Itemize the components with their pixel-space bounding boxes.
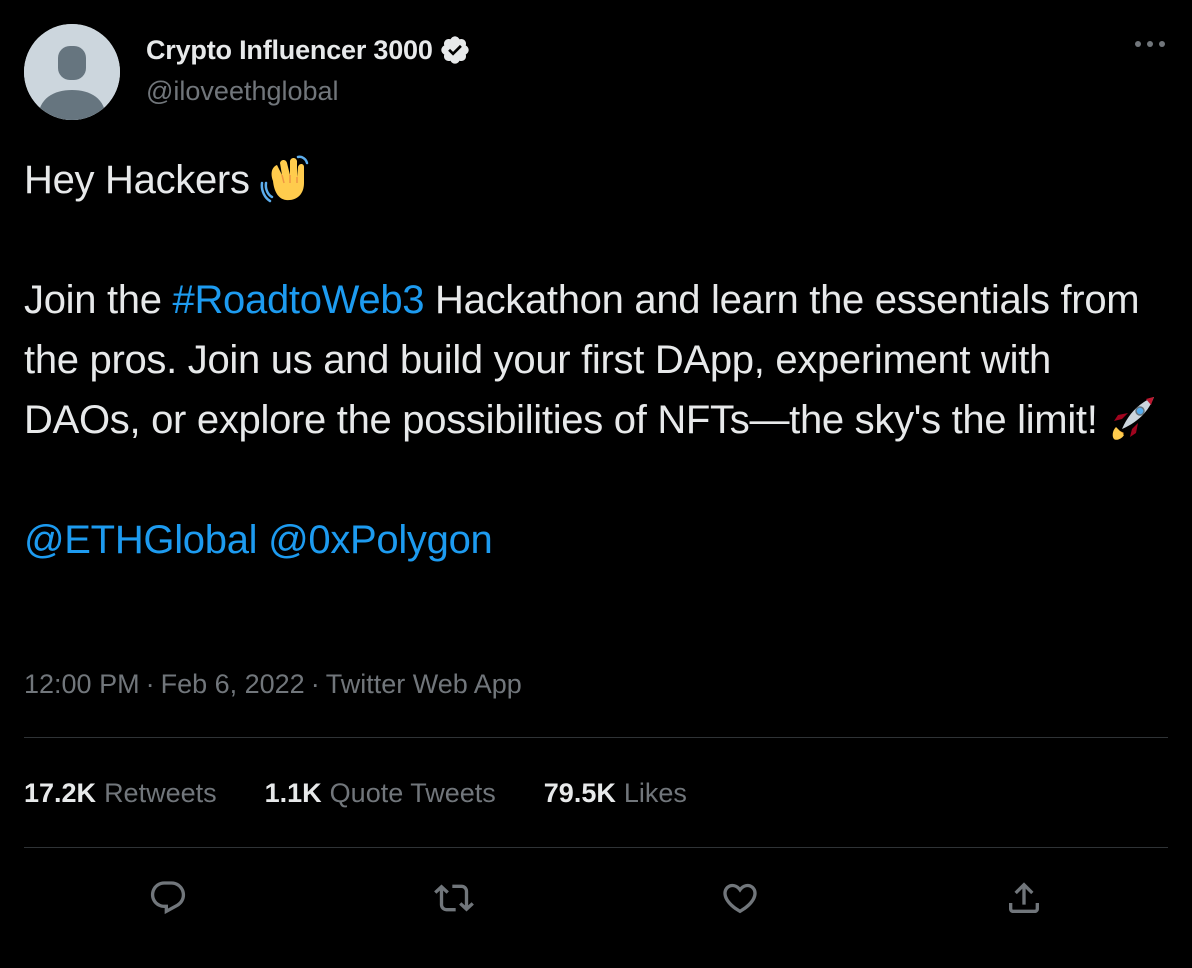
quote-tweets-label: Quote Tweets <box>329 778 496 808</box>
engagement-stats: 17.2K Retweets 1.1K Quote Tweets 79.5K Like… <box>24 770 735 816</box>
likes-stat[interactable]: 79.5K Likes <box>544 770 687 816</box>
likes-count: 79.5K <box>543 778 616 808</box>
tweet-time[interactable]: 12:00 PM <box>24 669 140 699</box>
divider <box>24 737 1168 738</box>
action-bar <box>0 870 1192 926</box>
quote-tweets-stat[interactable]: 1.1K Quote Tweets <box>265 770 496 816</box>
hashtag-link[interactable]: #RoadtoWeb3 <box>173 278 425 322</box>
more-horizontal-icon <box>1135 41 1165 47</box>
tweet-meta: 12:00 PM · Feb 6, 2022 · Twitter Web App <box>24 664 522 704</box>
mention-0xpolygon[interactable]: @0xPolygon <box>268 518 493 562</box>
verified-badge-icon <box>439 34 471 66</box>
retweets-label: Retweets <box>104 778 217 808</box>
share-icon <box>1009 882 1039 913</box>
tweet-detail: Crypto Influencer 3000 @iloveethglobal H… <box>0 0 1192 968</box>
body-text-start: Join the <box>24 278 173 322</box>
tweet-mentions: @ETHGlobal @0xPolygon <box>24 510 1164 570</box>
share-button[interactable] <box>996 870 1052 926</box>
separator: · <box>310 669 320 699</box>
reply-button[interactable] <box>140 870 196 926</box>
quote-tweets-count: 1.1K <box>264 778 322 808</box>
retweet-icon <box>434 884 474 912</box>
tweet-source[interactable]: Twitter Web App <box>326 669 522 699</box>
tweet-text: Hey Hackers Join the #RoadtoWeb3 Hackath… <box>24 150 1164 570</box>
author-block: Crypto Influencer 3000 @iloveethglobal <box>146 30 471 107</box>
display-name[interactable]: Crypto Influencer 3000 <box>146 35 433 66</box>
mention-ethglobal[interactable]: @ETHGlobal <box>24 518 258 562</box>
greeting-text: Hey Hackers <box>24 158 250 202</box>
separator: · <box>145 669 155 699</box>
retweets-count: 17.2K <box>24 778 97 808</box>
retweet-button[interactable] <box>426 870 482 926</box>
more-options-button[interactable] <box>1128 26 1172 62</box>
user-handle[interactable]: @iloveethglobal <box>146 76 471 107</box>
waving-hand-emoji <box>260 153 310 203</box>
retweets-stat[interactable]: 17.2K Retweets <box>24 770 217 816</box>
like-button[interactable] <box>712 870 768 926</box>
tweet-body: Join the #RoadtoWeb3 Hackathon and learn… <box>24 270 1164 450</box>
default-avatar-icon <box>24 24 120 120</box>
reply-icon <box>150 881 186 915</box>
divider <box>24 847 1168 848</box>
likes-label: Likes <box>623 778 687 808</box>
avatar[interactable] <box>24 24 120 120</box>
tweet-date[interactable]: Feb 6, 2022 <box>161 669 305 699</box>
rocket-emoji <box>1108 393 1158 443</box>
like-icon <box>723 883 757 914</box>
tweet-greeting: Hey Hackers <box>24 150 1164 210</box>
